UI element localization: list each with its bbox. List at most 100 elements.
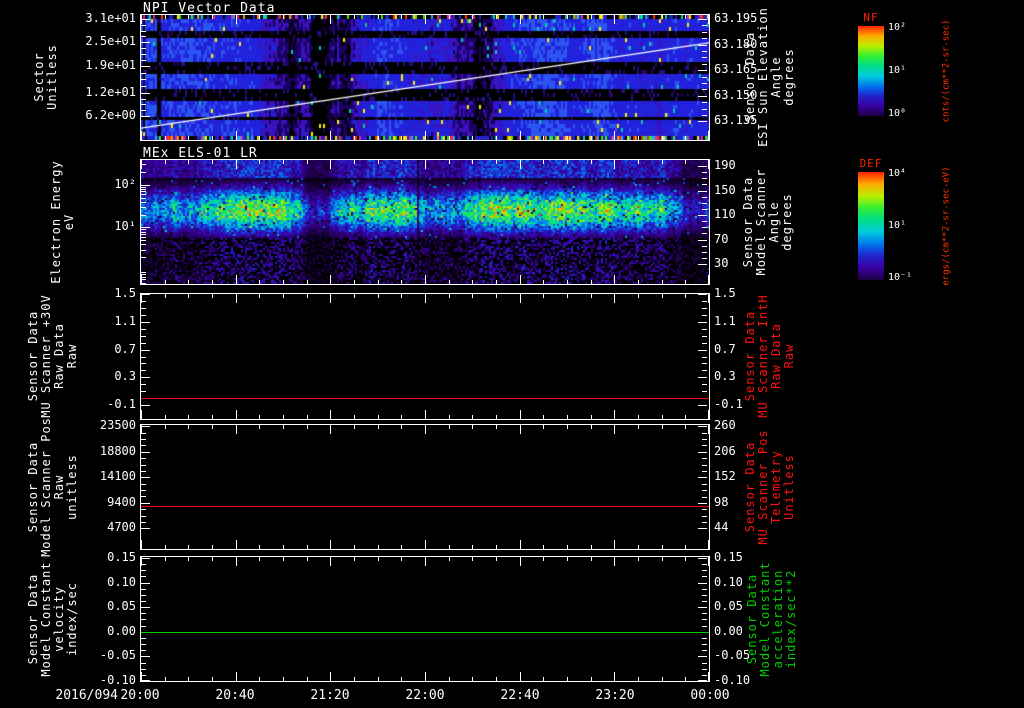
tick-mark (212, 545, 213, 549)
tick-mark (188, 136, 189, 140)
tick-mark (702, 328, 707, 330)
tick-mark (259, 677, 260, 681)
tick-mark (141, 72, 146, 74)
tick-mark (141, 233, 146, 235)
tick-mark (496, 557, 497, 561)
tick-mark (141, 496, 146, 498)
tick-mark (698, 95, 707, 97)
tick-mark (698, 582, 707, 584)
tick-mark (591, 294, 592, 298)
els-spectrogram-panel (140, 159, 710, 285)
tick-mark (212, 294, 213, 298)
tick-mark (401, 425, 402, 429)
y-tick-label: 1.1 (714, 313, 736, 328)
tick-mark (354, 136, 355, 140)
scanner-pos-right-axis-title: Sensor Data MU Scanner Pos Telemetry Uni… (743, 429, 796, 544)
tick-mark (591, 545, 592, 549)
tick-mark (283, 425, 284, 429)
nf-colorbar (858, 26, 884, 116)
tick-mark (141, 582, 150, 584)
tick-mark (702, 483, 707, 485)
tick-mark (259, 160, 260, 164)
y-tick-label: 3.1e+01 (85, 10, 136, 25)
tick-mark (259, 557, 260, 561)
tick-mark (702, 644, 707, 646)
y-tick-label: 0.10 (107, 574, 136, 589)
tick-mark (543, 557, 544, 561)
tick-mark (212, 160, 213, 164)
tick-mark (472, 425, 473, 429)
tick-mark (141, 131, 142, 140)
tick-mark (698, 451, 707, 453)
tick-mark (702, 108, 707, 110)
tick-mark (236, 294, 237, 303)
tick-mark (141, 188, 146, 190)
y-tick-label: 70 (714, 231, 729, 246)
tick-mark (425, 540, 426, 549)
tick-mark (496, 415, 497, 419)
tick-mark (259, 136, 260, 140)
tick-mark (702, 650, 707, 652)
tick-mark (354, 294, 355, 298)
tick-mark (614, 410, 615, 419)
y-tick-label: 0.05 (107, 599, 136, 614)
tick-mark (698, 377, 707, 379)
tick-mark (591, 415, 592, 419)
tick-mark (520, 540, 521, 549)
tick-mark (472, 15, 473, 19)
tick-mark (702, 335, 707, 337)
tick-mark (702, 245, 707, 247)
x-axis-tick-label: 21:20 (310, 688, 350, 703)
colorbar-tick-label: 10² (888, 21, 907, 33)
y-tick-label: 9400 (107, 494, 136, 509)
y-tick-label: 98 (714, 494, 729, 509)
tick-mark (614, 131, 615, 140)
tick-mark (662, 557, 663, 561)
tick-mark (354, 545, 355, 549)
colorbar-tick-label: 10⁻¹ (888, 271, 913, 283)
tick-mark (307, 425, 308, 429)
tick-mark (212, 415, 213, 419)
tick-mark (141, 458, 146, 460)
tick-mark (378, 160, 379, 164)
tick-mark (702, 300, 707, 302)
y-tick-label: 0.00 (714, 623, 743, 638)
y-tick-label: 1.2e+01 (85, 85, 136, 100)
tick-mark (141, 477, 150, 479)
tick-mark (472, 415, 473, 419)
tick-mark (472, 136, 473, 140)
tick-mark (472, 294, 473, 298)
tick-mark (702, 522, 707, 524)
tick-mark (236, 540, 237, 549)
y-tick-label: 2.5e+01 (85, 34, 136, 49)
tick-mark (702, 619, 707, 621)
tick-mark (141, 613, 146, 615)
tick-mark (307, 15, 308, 19)
y-tick-label: 152 (714, 469, 736, 484)
tick-mark (141, 594, 146, 596)
y-tick-label: 0.10 (714, 574, 743, 589)
tick-mark (702, 594, 707, 596)
npi-left-axis-title: Sector Unitless (32, 44, 59, 110)
tick-mark (401, 280, 402, 284)
tick-mark (702, 178, 707, 180)
tick-mark (141, 470, 146, 472)
tick-mark (141, 601, 146, 603)
tick-mark (449, 160, 450, 164)
tick-mark (708, 425, 709, 434)
tick-mark (354, 677, 355, 681)
def-colorbar-title: DEF (859, 157, 883, 170)
tick-mark (662, 15, 663, 19)
tick-mark (141, 619, 146, 621)
tick-mark (702, 470, 707, 472)
tick-mark (591, 160, 592, 164)
tick-mark (141, 86, 146, 88)
tick-mark (141, 445, 146, 447)
tick-mark (141, 294, 142, 303)
tick-mark (141, 451, 150, 453)
tick-mark (702, 102, 707, 104)
tick-mark (330, 425, 331, 434)
tick-mark (141, 576, 146, 578)
tick-mark (401, 545, 402, 549)
tick-mark (496, 294, 497, 298)
